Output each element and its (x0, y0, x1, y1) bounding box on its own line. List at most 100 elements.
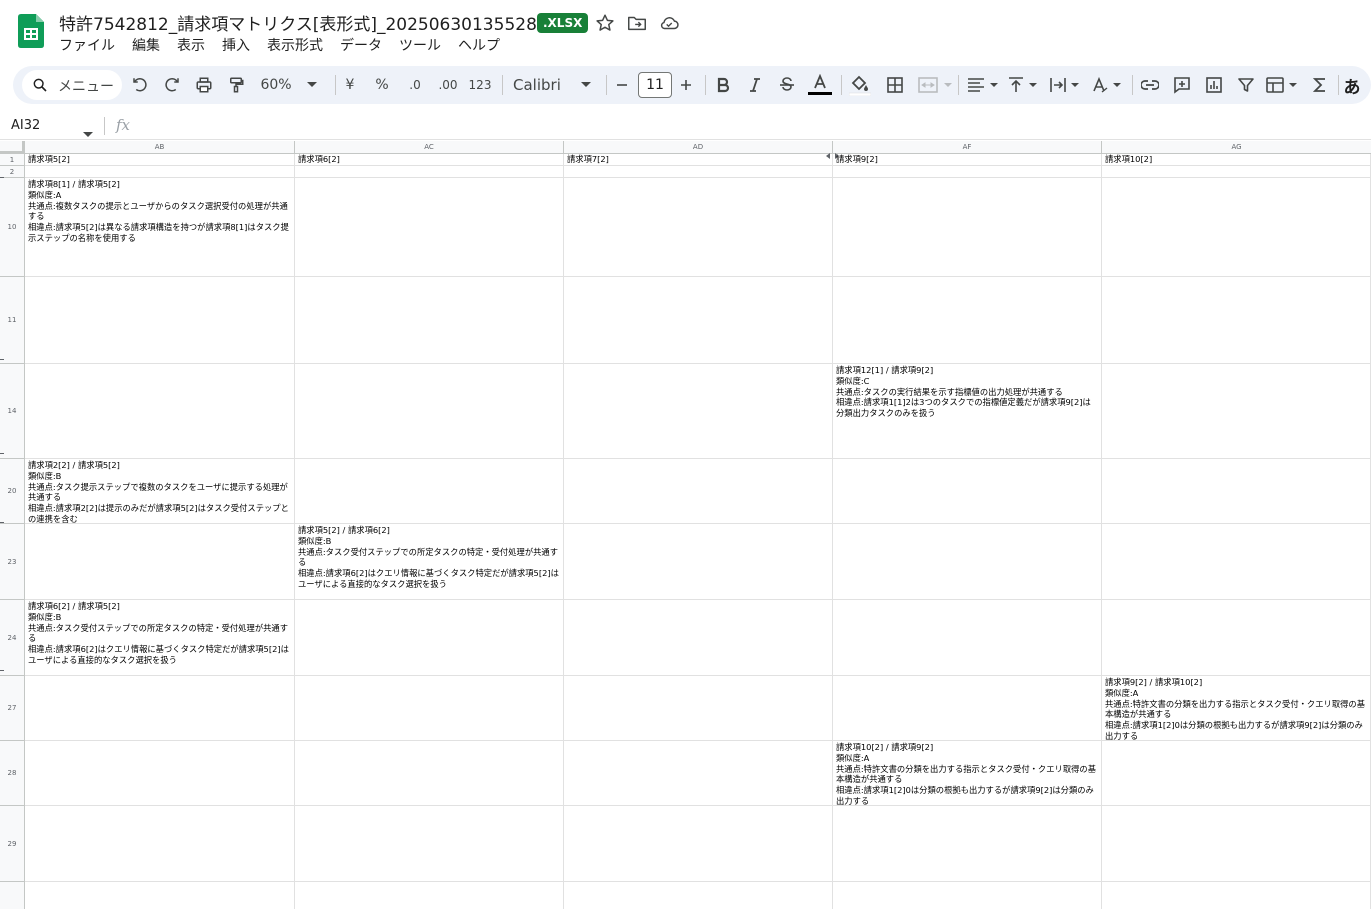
cell-ag14[interactable] (1102, 364, 1371, 459)
row-header-28[interactable]: 28 (0, 741, 25, 806)
star-icon[interactable] (594, 12, 616, 34)
undo-icon[interactable] (129, 73, 151, 97)
column-header-ag[interactable]: AG (1102, 141, 1371, 154)
cell-ab29[interactable] (25, 806, 295, 882)
hidden-rows-marker[interactable] (0, 670, 4, 671)
cell-ad20[interactable] (564, 459, 833, 524)
row-header-10[interactable]: 10 (0, 178, 25, 277)
italic-icon[interactable] (744, 73, 766, 97)
row-header-1[interactable]: 1 (0, 154, 25, 166)
filter-icon[interactable] (1235, 73, 1257, 97)
cell-af1[interactable]: 請求項9[2] (833, 154, 1102, 166)
sheets-logo-icon[interactable] (18, 14, 44, 48)
increase-decimal-button[interactable]: .00 (435, 73, 461, 97)
decrease-font-size-icon[interactable] (612, 73, 632, 97)
cell-ab24[interactable]: 請求項6[2] / 請求項5[2] 類似度:B 共通点:タスク受付ステップでの所… (25, 600, 295, 676)
document-title[interactable]: 特許7542812_請求項マトリクス[表形式]_20250630135528 (59, 10, 537, 35)
cell-ab28[interactable] (25, 741, 295, 806)
menu-format[interactable]: 表示形式 (267, 36, 323, 56)
insert-comment-icon[interactable] (1171, 73, 1193, 97)
fill-color-icon[interactable] (848, 73, 872, 97)
formula-input[interactable] (140, 116, 1360, 136)
cell-ac1[interactable]: 請求項6[2] (295, 154, 564, 166)
text-color-icon[interactable] (808, 73, 832, 97)
cell-af14[interactable]: 請求項12[1] / 請求項9[2] 類似度:C 共通点:タスクの実行結果を示す… (833, 364, 1102, 459)
cell-ad2[interactable] (564, 166, 833, 178)
menu-edit[interactable]: 編集 (132, 36, 160, 56)
decrease-decimal-button[interactable]: .0 (403, 73, 427, 97)
cell-af29[interactable] (833, 806, 1102, 882)
menu-view[interactable]: 表示 (177, 36, 205, 56)
cell-ac29[interactable] (295, 806, 564, 882)
cell-ab20[interactable]: 請求項2[2] / 請求項5[2] 類似度:B 共通点:タスク提示ステップで複数… (25, 459, 295, 524)
cell-af-next[interactable] (833, 882, 1102, 909)
cell-af27[interactable] (833, 676, 1102, 741)
cell-ab23[interactable] (25, 524, 295, 600)
font-family-select[interactable]: Calibri (513, 73, 569, 97)
cell-ac10[interactable] (295, 178, 564, 277)
cell-ac24[interactable] (295, 600, 564, 676)
column-header-ad[interactable]: AD (564, 141, 833, 154)
cell-ab14[interactable] (25, 364, 295, 459)
redo-icon[interactable] (161, 73, 183, 97)
cell-af10[interactable] (833, 178, 1102, 277)
borders-icon[interactable] (884, 73, 906, 97)
text-rotation-icon[interactable] (1091, 73, 1127, 97)
insert-chart-icon[interactable] (1203, 73, 1225, 97)
select-all-corner[interactable] (0, 141, 25, 154)
cell-ad10[interactable] (564, 178, 833, 277)
functions-icon[interactable] (1309, 73, 1331, 97)
cell-ab11[interactable] (25, 277, 295, 364)
cell-ac11[interactable] (295, 277, 564, 364)
cloud-status-icon[interactable] (658, 12, 680, 34)
print-icon[interactable] (193, 73, 215, 97)
cell-ad23[interactable] (564, 524, 833, 600)
cell-ac2[interactable] (295, 166, 564, 178)
strikethrough-icon[interactable] (776, 73, 798, 97)
cell-ab10[interactable]: 請求項8[1] / 請求項5[2] 類似度:A 共通点:複数タスクの提示とユーザ… (25, 178, 295, 277)
merge-cells-icon[interactable] (916, 73, 954, 97)
cell-ac-next[interactable] (295, 882, 564, 909)
cell-ac20[interactable] (295, 459, 564, 524)
cell-ag11[interactable] (1102, 277, 1371, 364)
column-header-ac[interactable]: AC (295, 141, 564, 154)
cell-ad14[interactable] (564, 364, 833, 459)
cell-ag20[interactable] (1102, 459, 1371, 524)
cell-ab-next[interactable] (25, 882, 295, 909)
hidden-rows-marker[interactable] (0, 453, 4, 454)
cell-af28[interactable]: 請求項10[2] / 請求項9[2] 類似度:A 共通点:特許文書の分類を出力す… (833, 741, 1102, 806)
cell-af2[interactable] (833, 166, 1102, 178)
cell-ac28[interactable] (295, 741, 564, 806)
number-format-button[interactable]: 123 (468, 73, 492, 97)
cell-ag24[interactable] (1102, 600, 1371, 676)
currency-format-button[interactable]: ¥ (341, 73, 359, 97)
cell-af20[interactable] (833, 459, 1102, 524)
cell-ag-next[interactable] (1102, 882, 1371, 909)
text-wrapping-icon[interactable] (1049, 73, 1085, 97)
cell-ac14[interactable] (295, 364, 564, 459)
table-view-icon[interactable] (1265, 73, 1299, 97)
cell-ag1[interactable]: 請求項10[2] (1102, 154, 1371, 166)
row-header-14[interactable]: 14 (0, 364, 25, 459)
input-tools-button[interactable]: あ (1341, 73, 1363, 98)
column-header-ab[interactable]: AB (25, 141, 295, 154)
cell-ab2[interactable] (25, 166, 295, 178)
cell-ac27[interactable] (295, 676, 564, 741)
row-header-24[interactable]: 24 (0, 600, 25, 676)
cell-ad-next[interactable] (564, 882, 833, 909)
vertical-align-icon[interactable] (1007, 73, 1043, 97)
hidden-rows-marker[interactable] (0, 359, 4, 360)
menu-tools[interactable]: ツール (399, 36, 441, 56)
column-header-af[interactable]: AF (833, 141, 1102, 154)
cell-ad29[interactable] (564, 806, 833, 882)
zoom-dropdown-icon[interactable] (305, 73, 319, 97)
cell-ac23[interactable]: 請求項5[2] / 請求項6[2] 類似度:B 共通点:タスク受付ステップでの所… (295, 524, 564, 600)
row-header-27[interactable]: 27 (0, 676, 25, 741)
cell-ag10[interactable] (1102, 178, 1371, 277)
name-box-dropdown-icon[interactable] (83, 123, 93, 142)
menu-search-box[interactable]: メニュー (22, 70, 122, 100)
hidden-rows-marker[interactable] (0, 177, 4, 178)
cell-ag29[interactable] (1102, 806, 1371, 882)
cell-af23[interactable] (833, 524, 1102, 600)
cell-ad1[interactable]: 請求項7[2] (564, 154, 833, 166)
